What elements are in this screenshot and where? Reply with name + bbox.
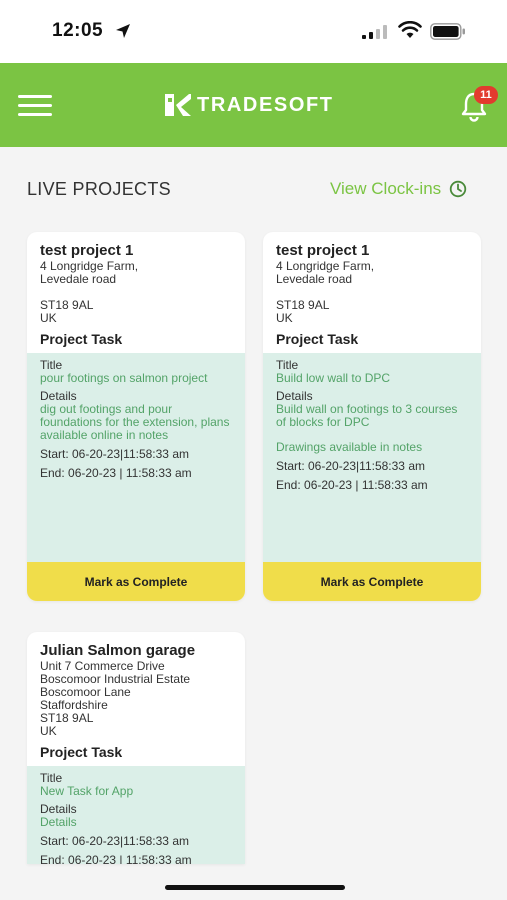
postcode: ST18 9AL <box>276 298 330 312</box>
project-task-heading: Project Task <box>40 744 123 760</box>
project-name: test project 1 <box>276 242 370 259</box>
location-arrow-icon <box>116 24 130 38</box>
address-line: Levedale road <box>40 272 117 286</box>
project-task-heading: Project Task <box>276 331 359 347</box>
title-value: Build low wall to DPC <box>276 371 391 385</box>
battery-icon <box>430 23 465 40</box>
hamburger-menu-icon[interactable] <box>18 95 52 117</box>
project-task-heading: Project Task <box>40 331 123 347</box>
start-date: Start: 06-20-23|11:58:33 am <box>40 447 189 461</box>
view-clockins-link[interactable]: View Clock-ins <box>330 179 467 199</box>
start-date: Start: 06-20-23|11:58:33 am <box>276 459 425 473</box>
start-date: Start: 06-20-23|11:58:33 am <box>40 834 189 848</box>
details-extra: Drawings available in notes <box>276 440 423 454</box>
address-line: Levedale road <box>276 272 353 286</box>
task-details: Title Build low wall to DPC Details Buil… <box>263 353 481 564</box>
project-card[interactable]: Julian Salmon garage Unit 7 Commerce Dri… <box>27 632 245 864</box>
end-date: End: 06-20-23 | 11:58:33 am <box>276 478 428 492</box>
status-time: 12:05 <box>52 20 104 41</box>
country: UK <box>276 311 293 325</box>
brand-logo: TRADESOFT <box>165 93 334 117</box>
project-name: test project 1 <box>40 242 134 259</box>
title-value: pour footings on salmon project <box>40 371 208 385</box>
postcode: ST18 9AL <box>40 711 94 725</box>
end-date: End: 06-20-23 | 11:58:33 am <box>40 853 192 865</box>
end-date: End: 06-20-23 | 11:58:33 am <box>40 466 192 480</box>
brand-name: TRADESOFT <box>197 93 334 116</box>
country: UK <box>40 724 57 738</box>
notification-badge: 11 <box>474 86 498 104</box>
tradesoft-logo-icon <box>165 94 191 116</box>
view-clockins-label: View Clock-ins <box>330 179 442 198</box>
project-card[interactable]: test project 1 4 Longridge Farm, Levedal… <box>27 232 245 601</box>
postcode: ST18 9AL <box>40 298 94 312</box>
details-value: Details <box>40 815 77 829</box>
project-card[interactable]: test project 1 4 Longridge Farm, Levedal… <box>263 232 481 601</box>
mark-complete-button[interactable]: Mark as Complete <box>27 562 245 601</box>
clock-icon <box>449 180 467 198</box>
details-value: Build wall on footings to 3 courses of b… <box>276 402 458 429</box>
task-details: Title New Task for App Details Details S… <box>27 766 245 864</box>
section-title: LIVE PROJECTS <box>27 179 171 199</box>
status-bar: 12:05 <box>0 0 507 63</box>
mark-complete-button[interactable]: Mark as Complete <box>263 562 481 601</box>
wifi-icon <box>398 21 422 38</box>
details-value: dig out footings and pour foundations fo… <box>40 402 230 442</box>
home-indicator[interactable] <box>165 885 345 890</box>
cellular-signal-icon <box>362 25 387 39</box>
title-value: New Task for App <box>40 784 134 798</box>
task-details: Title pour footings on salmon project De… <box>27 353 245 564</box>
project-name: Julian Salmon garage <box>40 642 196 659</box>
country: UK <box>40 311 57 325</box>
